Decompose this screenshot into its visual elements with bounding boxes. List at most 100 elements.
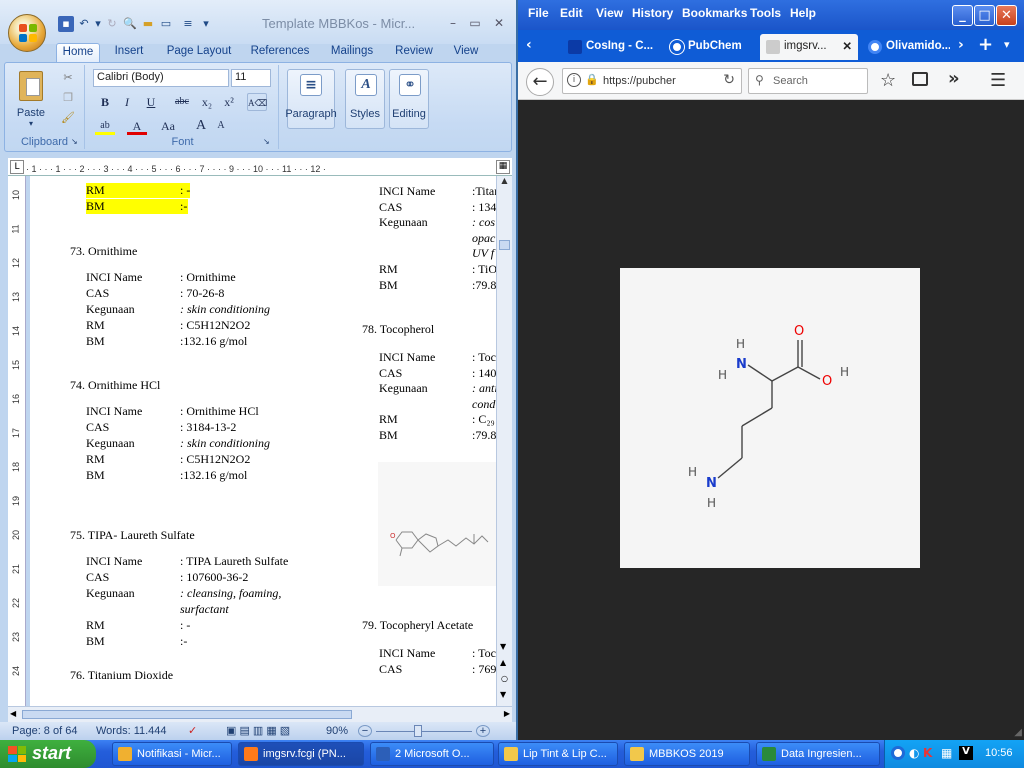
grow-font-button[interactable]: A	[191, 117, 211, 135]
tab-insert[interactable]: Insert	[108, 43, 150, 62]
view-ruler-icon[interactable]: ▦	[496, 160, 510, 174]
document-page[interactable]: RM : - BM :- 78. Tocopherol 79. Tocopher…	[30, 176, 496, 706]
highlight-icon[interactable]: ab	[95, 117, 115, 135]
page-count[interactable]: Page: 8 of 64	[12, 725, 77, 737]
url-bar[interactable]: i 🔒 https://pubcher ↻	[562, 68, 742, 94]
ff-maximize-button[interactable]: □	[974, 5, 995, 26]
font-name-select[interactable]: Calibri (Body)	[93, 69, 229, 87]
prev-page-icon[interactable]: ▲	[500, 658, 506, 667]
bold-button[interactable]: B	[95, 93, 115, 111]
taskbar-button[interactable]: imgsrv.fcgi (PN...	[238, 742, 364, 766]
paste-button[interactable]: Paste ▾	[11, 69, 51, 128]
menu-edit[interactable]: Edit	[560, 6, 583, 20]
tab-olivamido[interactable]: Olivamido...	[862, 34, 950, 60]
new-tab-icon[interactable]: +	[978, 34, 993, 55]
superscript-button[interactable]: x²	[219, 93, 239, 111]
change-case-button[interactable]: Aa	[155, 117, 181, 135]
cut-icon[interactable]: ✂	[61, 71, 75, 85]
menu-file[interactable]: File	[528, 6, 549, 20]
taskbar-button[interactable]: MBBKOS 2019	[624, 742, 750, 766]
editing-button[interactable]: ⚭ Editing	[389, 69, 429, 129]
clock[interactable]: 10:56	[985, 747, 1013, 759]
scroll-down-icon[interactable]: ▼	[500, 642, 506, 651]
shrink-font-button[interactable]: A	[211, 117, 231, 135]
tab-cosing[interactable]: CosIng - C...	[562, 34, 660, 60]
zoom-in-icon[interactable]: +	[476, 725, 490, 737]
menu-view[interactable]: View	[596, 6, 623, 20]
hamburger-menu-icon[interactable]: ☰	[990, 70, 1006, 91]
taskbar-button[interactable]: 2 Microsoft O...	[370, 742, 494, 766]
styles-button[interactable]: A Styles	[345, 69, 385, 129]
tab-selector-icon[interactable]: L	[10, 160, 24, 174]
undo-icon[interactable]: ↶	[76, 16, 92, 32]
paragraph-button[interactable]: ≡ Paragraph	[285, 69, 337, 129]
url-text[interactable]: https://pubcher	[603, 75, 676, 87]
tab-view[interactable]: View	[448, 43, 484, 62]
strikethrough-button[interactable]: abc	[169, 93, 195, 111]
save-icon[interactable]: ▪	[58, 16, 74, 32]
subscript-button[interactable]: x₂	[197, 93, 217, 111]
close-tab-icon[interactable]: ✕	[842, 39, 852, 53]
format-icon[interactable]: ≡	[176, 16, 200, 32]
bookmark-star-icon[interactable]: ☆	[880, 70, 896, 91]
tab-scroll-right-icon[interactable]: ›	[958, 37, 964, 53]
menu-bookmarks[interactable]: Bookmarks	[682, 6, 747, 20]
vertical-scrollbar[interactable]: ▲ ▼ ▲ ○ ▼	[496, 176, 512, 706]
font-dialog-launcher-icon[interactable]: ↘	[263, 137, 270, 146]
office-button[interactable]	[8, 14, 46, 52]
view-buttons[interactable]: ▣ ▤ ▥ ▦ ▧	[226, 724, 316, 737]
select-browse-icon[interactable]: ○	[501, 674, 508, 683]
maximize-button[interactable]: ▭	[464, 15, 486, 31]
reader-view-icon[interactable]	[912, 72, 928, 86]
search-box[interactable]: ⚲ Search	[748, 68, 868, 94]
ff-close-button[interactable]: ✕	[996, 5, 1017, 26]
menu-history[interactable]: History	[632, 6, 673, 20]
tray-icon-3[interactable]: K	[923, 746, 932, 760]
tab-pubchem[interactable]: PubChem	[664, 34, 754, 60]
zoom-level[interactable]: 90%	[326, 725, 348, 737]
font-size-select[interactable]: 11	[231, 69, 271, 87]
italic-button[interactable]: I	[117, 93, 137, 111]
undo-dropdown-icon[interactable]: ▾	[94, 16, 102, 32]
new-document-icon[interactable]: ▭	[158, 16, 174, 32]
horizontal-scrollbar[interactable]: ◀ ▶	[8, 706, 512, 722]
scroll-thumb[interactable]	[499, 240, 510, 250]
taskbar-button[interactable]: Notifikasi - Micr...	[112, 742, 232, 766]
format-painter-icon[interactable]: 🖌	[61, 111, 75, 125]
tray-icon-2[interactable]: ◐	[909, 746, 919, 760]
tab-imgsrv[interactable]: imgsrv... ✕	[760, 34, 858, 60]
scroll-right-icon[interactable]: ▶	[504, 709, 510, 718]
hscroll-thumb[interactable]	[22, 710, 352, 719]
back-button[interactable]: ←	[526, 68, 554, 96]
scroll-up-icon[interactable]: ▲	[497, 176, 512, 188]
minimize-button[interactable]: –	[442, 15, 464, 31]
tab-list-icon[interactable]: ▾	[1004, 38, 1010, 51]
menu-help[interactable]: Help	[790, 6, 816, 20]
start-button[interactable]: start	[0, 740, 96, 768]
taskbar-button[interactable]: Data Ingresien...	[756, 742, 880, 766]
menu-tools[interactable]: Tools	[750, 6, 781, 20]
zoom-slider-thumb[interactable]	[414, 725, 422, 737]
copy-icon[interactable]: ❐	[61, 91, 75, 105]
customize-toolbar-icon[interactable]: ▾	[202, 16, 210, 32]
zoom-slider[interactable]	[376, 731, 472, 732]
dialog-launcher-icon[interactable]: ↘	[71, 137, 78, 146]
print-preview-icon[interactable]: 🔍	[122, 16, 138, 32]
font-color-icon[interactable]: A	[127, 117, 147, 135]
close-button[interactable]: ✕	[488, 15, 510, 31]
clear-formatting-icon[interactable]: A⌫	[247, 93, 267, 111]
scroll-left-icon[interactable]: ◀	[10, 709, 16, 718]
tab-page-layout[interactable]: Page Layout	[162, 43, 236, 62]
reload-icon[interactable]: ↻	[723, 72, 735, 88]
tray-icon-4[interactable]: ▦	[941, 746, 952, 760]
zoom-out-icon[interactable]: −	[358, 725, 372, 737]
tray-icon-5[interactable]: V	[959, 746, 973, 760]
open-folder-icon[interactable]: ▬	[140, 16, 156, 32]
next-page-icon[interactable]: ▼	[500, 690, 506, 699]
resize-grip-icon[interactable]: ◢	[1014, 727, 1022, 738]
horizontal-ruler[interactable]: L · 1 · · · 1 · · · 2 · · · 3 · · · 4 · …	[8, 158, 512, 176]
underline-button[interactable]: U	[141, 93, 161, 111]
info-icon[interactable]: i	[567, 73, 581, 87]
tab-scroll-left-icon[interactable]: ‹	[526, 37, 532, 53]
taskbar-button[interactable]: Lip Tint & Lip C...	[498, 742, 618, 766]
